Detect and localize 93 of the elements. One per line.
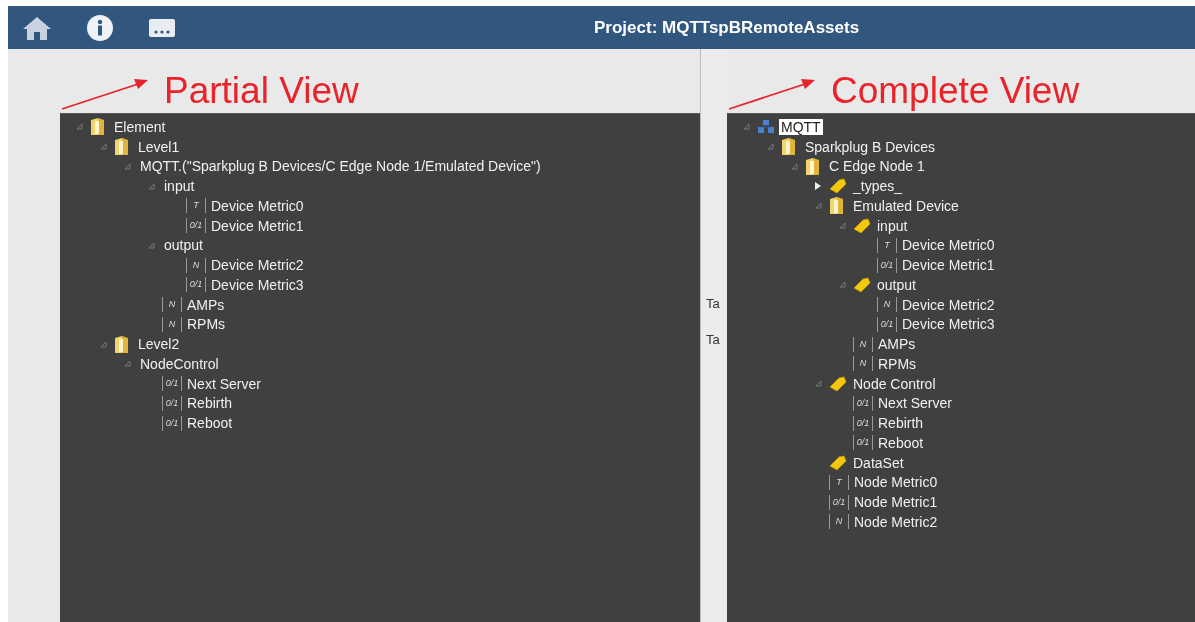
data-type-label: 0/1 xyxy=(186,218,206,234)
tree-item[interactable]: Device Metric1 xyxy=(209,217,306,234)
home-icon[interactable] xyxy=(22,14,52,41)
collapse-toggle-icon[interactable] xyxy=(99,340,107,348)
collapse-toggle-icon[interactable] xyxy=(75,123,83,131)
annotation-label: Complete View xyxy=(831,72,1080,109)
tree-item[interactable]: C Edge Node 1 xyxy=(827,158,927,175)
tree-item[interactable]: input xyxy=(162,178,197,195)
folder-icon xyxy=(829,196,844,216)
tree-item[interactable]: Node Metric1 xyxy=(852,494,940,511)
data-type-label: N xyxy=(162,297,182,313)
data-type-label: 0/1 xyxy=(162,376,182,392)
collapse-toggle-icon[interactable] xyxy=(147,241,155,249)
tree-item[interactable]: Level1 xyxy=(136,138,182,155)
info-icon[interactable] xyxy=(86,13,114,42)
tree-item[interactable]: Element xyxy=(112,118,168,135)
tree-item[interactable]: Device Metric1 xyxy=(900,257,997,274)
tree-item[interactable]: Device Metric3 xyxy=(900,316,997,333)
tag-icon xyxy=(853,217,871,234)
data-type-label: 0/1 xyxy=(877,257,897,273)
data-type-label: T xyxy=(877,237,897,253)
data-type-label: T xyxy=(186,198,206,214)
collapse-toggle-icon[interactable] xyxy=(766,143,774,151)
folder-icon xyxy=(90,117,105,137)
tag-icon xyxy=(853,276,871,293)
collapse-toggle-icon[interactable] xyxy=(123,162,131,170)
tree-item[interactable]: Reboot xyxy=(185,415,235,432)
folder-icon xyxy=(781,137,796,157)
project-title: Project: MQTTspBRemoteAssets xyxy=(594,17,860,38)
data-type-label: 0/1 xyxy=(853,395,873,411)
annotation-label: Partial View xyxy=(164,72,359,109)
expand-toggle-icon[interactable] xyxy=(815,182,821,191)
tree-item[interactable]: Node Metric0 xyxy=(852,474,940,491)
tree-item[interactable]: DataSet xyxy=(851,454,906,471)
collapse-toggle-icon[interactable] xyxy=(814,380,822,388)
tree-item[interactable]: Next Server xyxy=(876,395,954,412)
tag-icon xyxy=(829,375,847,392)
field-label: Ta xyxy=(706,332,721,347)
tree-item[interactable]: Next Server xyxy=(185,375,263,392)
tree-item[interactable]: Reboot xyxy=(876,434,926,451)
tree-item[interactable]: Device Metric0 xyxy=(209,197,306,214)
collapse-toggle-icon[interactable] xyxy=(147,182,155,190)
collapse-toggle-icon[interactable] xyxy=(814,202,822,210)
data-type-label: 0/1 xyxy=(877,316,897,332)
data-type-label: 0/1 xyxy=(162,395,182,411)
collapse-toggle-icon[interactable] xyxy=(838,222,846,230)
folder-icon xyxy=(805,156,820,176)
tree-item[interactable]: Node Control xyxy=(851,375,938,392)
folder-icon xyxy=(114,137,129,157)
network-icon xyxy=(757,119,775,135)
data-type-label: N xyxy=(162,316,182,332)
tree-item[interactable]: MQTT xyxy=(779,118,823,135)
tree-item[interactable]: input xyxy=(875,217,910,234)
tree-item[interactable]: Device Metric3 xyxy=(209,276,306,293)
tree-item[interactable]: Device Metric2 xyxy=(209,257,306,274)
data-type-label: 0/1 xyxy=(829,494,849,510)
data-type-label: 0/1 xyxy=(853,435,873,451)
data-type-label: N xyxy=(853,336,873,352)
data-type-label: 0/1 xyxy=(162,415,182,431)
collapse-toggle-icon[interactable] xyxy=(123,360,131,368)
tree-item[interactable]: Device Metric2 xyxy=(900,296,997,313)
data-type-label: T xyxy=(829,474,849,490)
field-label: Ta xyxy=(706,296,721,311)
collapse-toggle-icon[interactable] xyxy=(99,143,107,151)
tree-item[interactable]: _types_ xyxy=(851,178,905,195)
tree-item[interactable]: Rebirth xyxy=(876,415,926,432)
tree-item[interactable]: Level2 xyxy=(136,336,182,353)
collapse-toggle-icon[interactable] xyxy=(790,162,798,170)
collapse-toggle-icon[interactable] xyxy=(742,123,750,131)
tree-item[interactable]: AMPs xyxy=(876,336,918,353)
tag-icon xyxy=(829,178,847,195)
data-type-label: N xyxy=(186,257,206,273)
data-type-label: N xyxy=(829,514,849,530)
data-type-label: 0/1 xyxy=(853,415,873,431)
data-type-label: N xyxy=(853,356,873,372)
tree-item[interactable]: Node Metric2 xyxy=(852,513,940,530)
tree-item[interactable]: NodeControl xyxy=(138,355,221,372)
tree-item[interactable]: Rebirth xyxy=(185,395,235,412)
tree-item[interactable]: Sparkplug B Devices xyxy=(803,138,937,155)
folder-icon xyxy=(114,334,129,354)
tree-item[interactable]: Emulated Device xyxy=(851,197,961,214)
data-type-label: 0/1 xyxy=(186,277,206,293)
tree-item[interactable]: AMPs xyxy=(185,296,227,313)
collapse-toggle-icon[interactable] xyxy=(838,281,846,289)
tree-item[interactable]: RPMs xyxy=(185,316,228,333)
tree-item[interactable]: Device Metric0 xyxy=(900,237,997,254)
tree-item[interactable]: MQTT.("Sparkplug B Devices/C Edge Node 1/Emulated Device") xyxy=(138,158,543,175)
more-icon[interactable] xyxy=(148,16,176,39)
data-type-label: N xyxy=(877,297,897,313)
tree-item[interactable]: output xyxy=(875,276,918,293)
tree-item[interactable]: output xyxy=(162,237,205,254)
tag-icon xyxy=(829,454,847,471)
tree-item[interactable]: RPMs xyxy=(876,355,919,372)
